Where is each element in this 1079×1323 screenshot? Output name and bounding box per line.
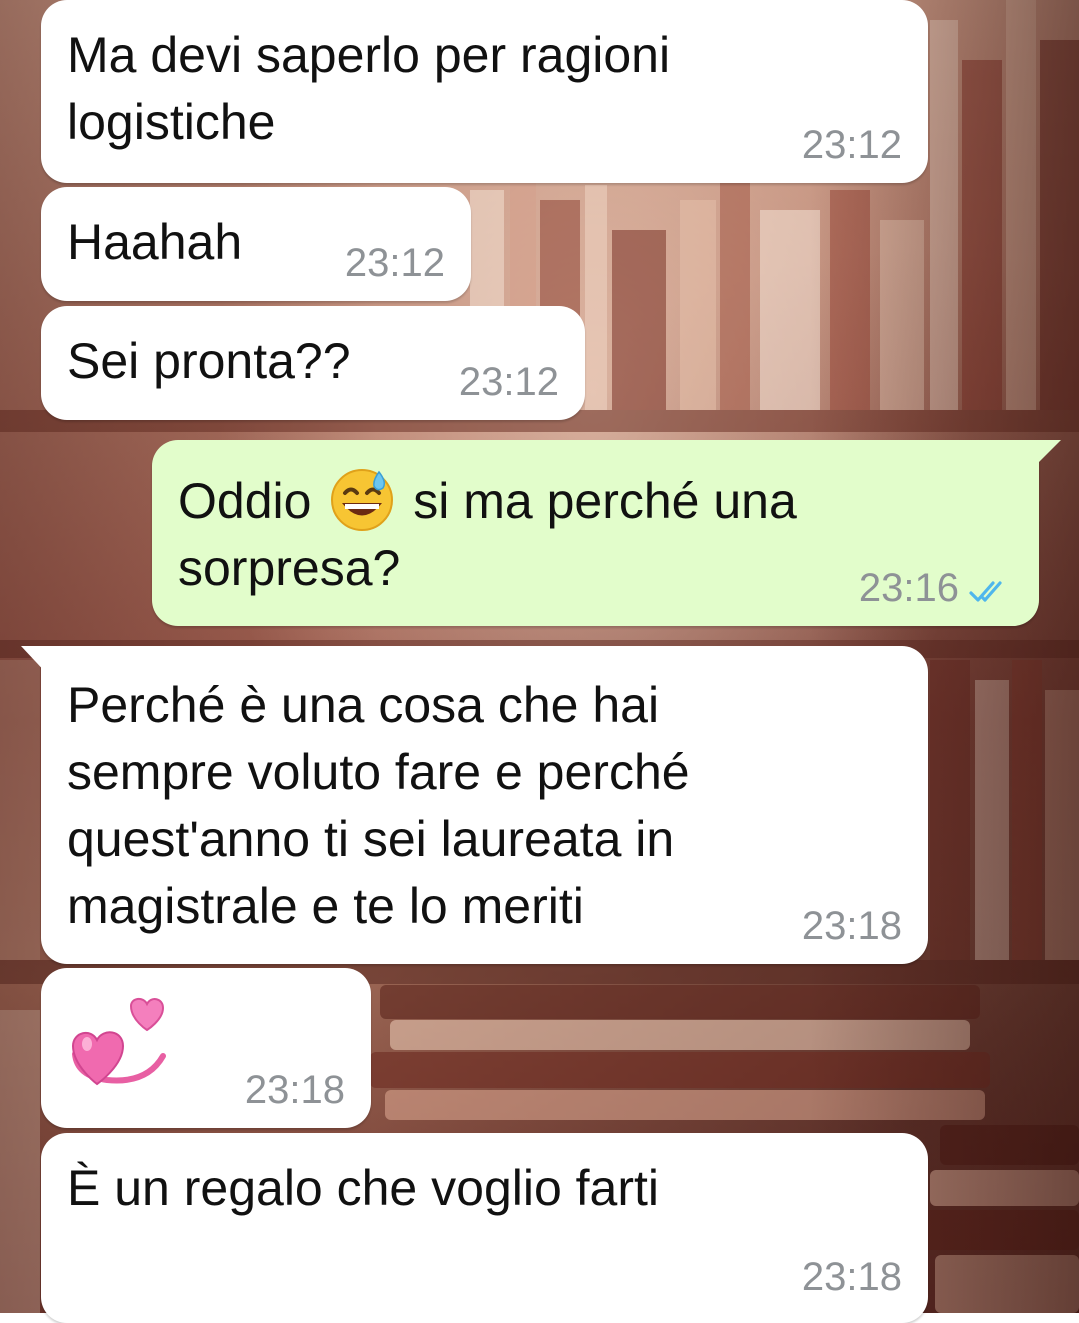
message-timestamp: 23:18 [801,904,902,948]
message-timestamp: 23:12 [344,241,445,285]
double-check-read-icon [969,581,1002,602]
revolving-hearts-icon [71,998,166,1086]
grinning-face-with-sweat-icon [331,469,394,531]
message-bubble-incoming[interactable]: È un regalo che voglio farti 23:18 [41,1133,928,1323]
message-text: Ma devi saperlo per ragioni logistiche [67,27,671,150]
message-bubble-outgoing[interactable]: Oddio si ma perché una sorpresa? 23:16 [152,440,1061,626]
message-bubble-incoming[interactable]: Haahah 23:12 [41,187,471,301]
bubble-tail [1017,440,1061,470]
chat-conversation: Ma devi saperlo per ragioni logistiche 2… [0,0,1079,1323]
message-timestamp: 23:12 [458,360,559,404]
message-bubble-incoming[interactable]: Sei pronta?? 23:12 [41,306,585,420]
message-text: È un regalo che voglio farti [67,1160,660,1216]
message-timestamp: 23:18 [244,1068,345,1112]
message-timestamp: 23:18 [801,1255,902,1299]
message-text-part: Oddio [178,473,312,529]
message-timestamp: 23:16 [858,566,959,610]
message-meta: 23:16 [859,568,1013,608]
message-bubble-incoming[interactable]: Perché è una cosa che hai sempre voluto … [21,646,928,964]
message-text: Perché è una cosa che hai sempre voluto … [67,677,690,934]
message-bubble-incoming[interactable]: Ma devi saperlo per ragioni logistiche 2… [41,0,928,183]
message-bubble-incoming[interactable]: 23:18 [41,968,371,1128]
message-timestamp: 23:12 [801,123,902,167]
bubble-tail [21,646,61,676]
